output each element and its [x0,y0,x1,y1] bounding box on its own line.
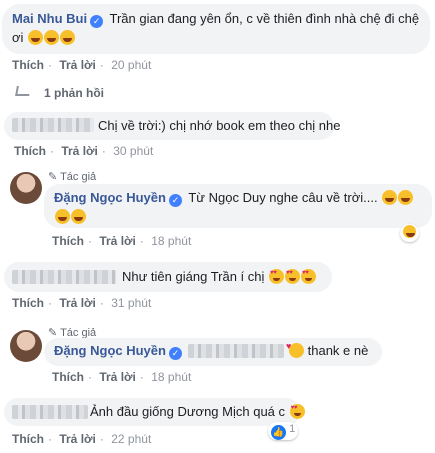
laughing-emoji-icon [44,30,60,45]
reply-link[interactable]: Trả lời [99,370,136,384]
laughing-emoji-icon [71,209,86,224]
comment-6-actions: Thích · Trả lời · 22 phút [12,432,152,446]
comment-text: Như tiên giáng Trần í chị [122,269,265,284]
comment-1-content: Mai Nhu Bui ✓ Trần gian đang yên ổn, c về… [12,9,424,47]
laughing-emoji-icon [60,30,76,45]
timestamp[interactable]: 18 phút [151,234,191,248]
comment-6-content: Ảnh đầu giống Dương Mịch quá c [90,404,305,419]
reaction-summary[interactable] [400,224,419,242]
comment-4-actions: Thích · Trả lời · 31 phút [12,296,152,310]
like-link[interactable]: Thích [12,432,44,446]
blurred-mention [188,344,284,358]
timestamp[interactable]: 18 phút [151,370,191,384]
timestamp[interactable]: 30 phút [113,144,153,158]
comment-2-actions: Thích · Trả lời · 30 phút [14,144,154,158]
author-avatar[interactable] [10,330,42,362]
comment-text: Từ Ngọc Duy nghe câu về trời.... [188,190,378,205]
blurred-commenter-name [12,270,116,284]
comment-text: Chị về trời:) chị nhớ book em theo chị n… [98,118,341,133]
reply-link[interactable]: Trả lời [59,296,96,310]
reply-link[interactable]: Trả lời [61,144,98,158]
comment-5-content: Đặng Ngọc Huyền ✓ [54,343,185,360]
like-link[interactable]: Thích [12,296,44,310]
author-tag: ✎ Tác giả [48,170,96,183]
reaction-count: 1 [289,423,296,435]
comment-3-content: Đặng Ngọc Huyền ✓ Từ Ngọc Duy nghe câu về… [54,188,426,226]
verified-badge-icon: ✓ [168,347,182,360]
comment-5-actions: Thích · Trả lời · 18 phút [52,370,192,384]
laughing-emoji-icon [403,225,416,238]
comment-text: Trần gian đang yên ổn, c về thiên đình n… [109,11,420,26]
reply-link[interactable]: Trả lời [59,58,96,72]
laughing-emoji-icon [28,30,44,45]
blurred-commenter-name [12,405,88,419]
timestamp[interactable]: 20 phút [111,58,151,72]
like-link[interactable]: Thích [52,370,84,384]
heart-kiss-emoji-icon [286,341,304,358]
timestamp[interactable]: 22 phút [111,432,151,446]
laughing-emoji-icon [382,190,398,205]
verified-badge-icon: ✓ [90,15,104,28]
like-link[interactable]: Thích [12,58,44,72]
author-avatar[interactable] [10,172,42,204]
comment-1-actions: Thích · Trả lời · 20 phút [12,58,152,72]
comment-text: Ảnh đầu giống Dương Mịch quá c [90,404,286,419]
timestamp[interactable]: 31 phút [111,296,151,310]
commenter-name[interactable]: Đặng Ngọc Huyền [54,190,166,205]
comment-5-text: thank e nè [286,341,369,358]
reply-link[interactable]: Trả lời [99,234,136,248]
heart-eyes-emoji-icon [285,269,301,284]
heart-eyes-emoji-icon [269,269,285,284]
commenter-name[interactable]: Mai Nhu Bui [12,11,87,26]
pencil-icon: ✎ [48,171,58,183]
laughing-emoji-icon [398,190,414,205]
author-tag-label: Tác giả [60,171,97,183]
laughing-emoji-icon [55,209,70,224]
comment-4-content: Như tiên giáng Trần í chị [122,269,317,284]
comment-text-cont: ơi [12,30,24,45]
commenter-name[interactable]: Đặng Ngọc Huyền [54,343,166,358]
verified-badge-icon: ✓ [168,194,182,207]
like-thumb-icon: 👍 [271,425,286,440]
view-replies-link[interactable]: 1 phản hồi [44,86,104,100]
comment-3-actions: Thích · Trả lời · 18 phút [52,234,192,248]
like-link[interactable]: Thích [14,144,46,158]
like-link[interactable]: Thích [52,234,84,248]
reply-link[interactable]: Trả lời [59,432,96,446]
heart-eyes-emoji-icon [301,269,317,284]
heart-eyes-emoji-icon [289,404,305,419]
reaction-summary[interactable]: 👍 1 [268,422,299,440]
blurred-commenter-name [12,118,94,132]
reply-arrow-icon [15,86,31,96]
comment-text: thank e nè [307,343,369,358]
